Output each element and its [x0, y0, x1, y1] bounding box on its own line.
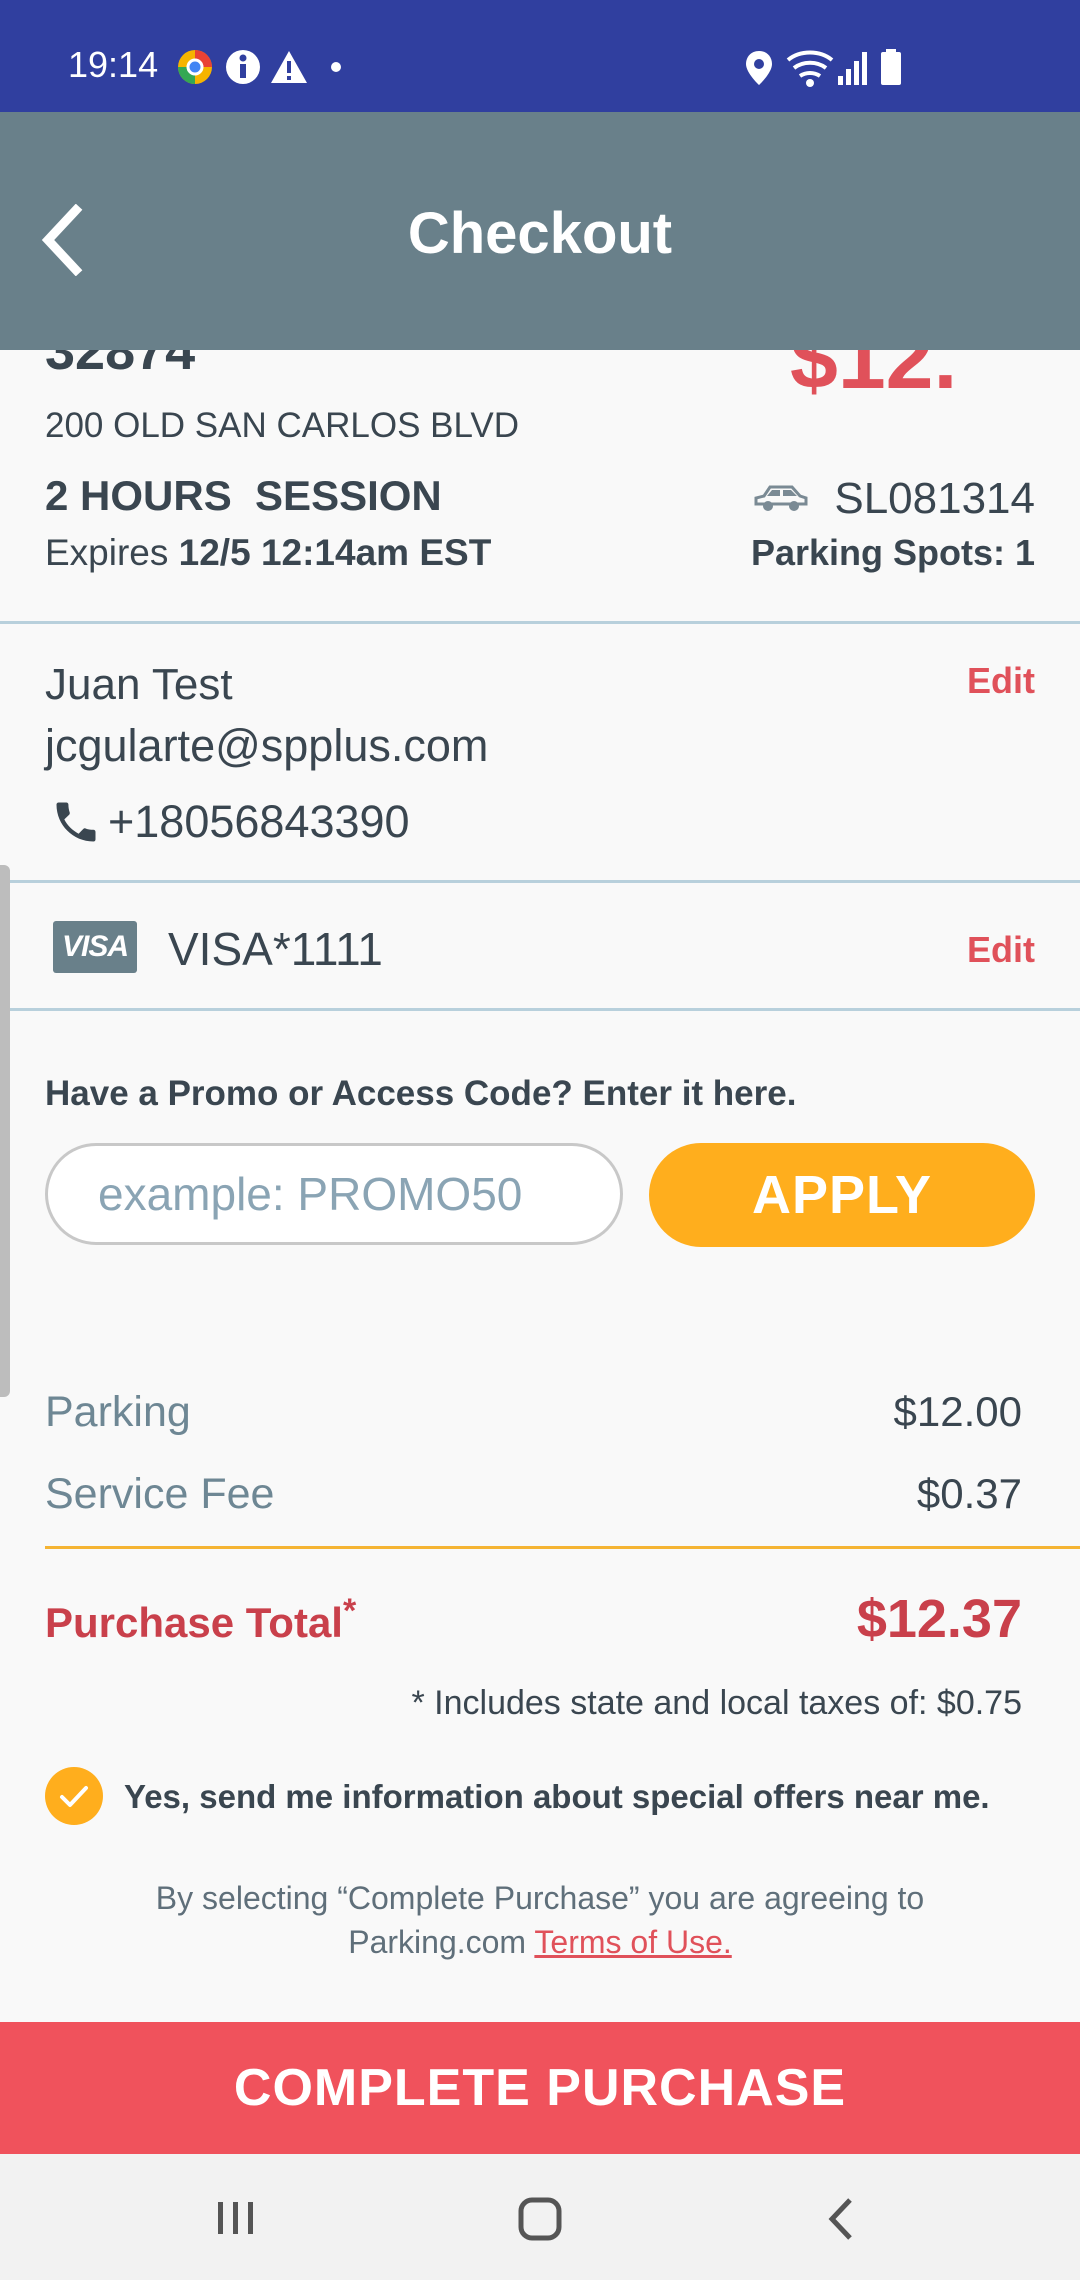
contact-name: Juan Test — [45, 660, 233, 709]
session-duration: 2 HOURS SESSION — [45, 472, 442, 519]
visa-card-icon: VISA — [53, 921, 137, 973]
tax-note: * Includes state and local taxes of: $0.… — [411, 1684, 1022, 1722]
phone-icon — [56, 802, 96, 842]
total-label: Purchase Total — [45, 1599, 343, 1646]
vehicle-plate: SL081314 — [834, 474, 1035, 523]
total-marker: * — [342, 1592, 357, 1630]
terms-of-use-link[interactable]: Terms of Use. — [534, 1924, 731, 1960]
promo-code-input[interactable] — [48, 1146, 620, 1242]
session-expiry: Expires 12/5 12:14am EST — [45, 532, 491, 574]
promo-code-field — [45, 1143, 623, 1245]
card-brand: VISA — [61, 930, 129, 963]
offers-label[interactable]: Yes, send me information about special o… — [124, 1778, 990, 1816]
edit-contact-button[interactable]: Edit — [967, 660, 1035, 702]
purchase-total-label: Purchase Total* — [45, 1592, 356, 1647]
page-title: Checkout — [407, 201, 673, 266]
terms-prefix: Parking.com — [348, 1924, 535, 1960]
divider — [0, 1008, 1080, 1011]
payment-card: VISA*1111 — [168, 923, 383, 975]
home-icon[interactable] — [516, 2196, 564, 2242]
expires-value: 12/5 12:14am EST — [178, 532, 492, 573]
recent-apps-icon[interactable] — [212, 2198, 260, 2238]
checkmark-icon — [60, 1786, 88, 1807]
divider — [0, 621, 1080, 624]
contact-phone: +18056843390 — [108, 796, 410, 847]
offers-checkbox[interactable] — [45, 1767, 103, 1825]
apply-button[interactable]: APPLY — [649, 1143, 1035, 1247]
purchase-total-amount: $12.37 — [856, 1589, 1022, 1649]
complete-purchase-button[interactable]: COMPLETE PURCHASE — [0, 2022, 1080, 2154]
terms-text: By selecting “Complete Purchase” you are… — [0, 1876, 1080, 1964]
promo-prompt: Have a Promo or Access Code? Enter it he… — [45, 1074, 797, 1113]
location-address: 200 OLD SAN CARLOS BLVD — [45, 406, 519, 445]
contact-email: jcgularte@spplus.com — [45, 720, 489, 771]
terms-line: By selecting “Complete Purchase” you are… — [155, 1880, 925, 1916]
summary-line-amount: $0.37 — [916, 1470, 1022, 1517]
back-nav-icon[interactable] — [822, 2196, 862, 2242]
scroll-handle[interactable] — [0, 865, 10, 1397]
summary-line-label: Service Fee — [45, 1470, 275, 1518]
expires-label: Expires — [45, 532, 179, 573]
system-nav-bar — [0, 2154, 1080, 2280]
divider — [0, 880, 1080, 883]
edit-payment-button[interactable]: Edit — [967, 929, 1035, 971]
summary-line-amount: $12.00 — [893, 1388, 1022, 1435]
parking-spots: Parking Spots: 1 — [750, 532, 1035, 573]
total-divider — [45, 1546, 1080, 1549]
summary-line-label: Parking — [45, 1388, 191, 1436]
car-icon — [754, 485, 808, 511]
terms-line: Parking.com Terms of Use. — [0, 1920, 1080, 1964]
